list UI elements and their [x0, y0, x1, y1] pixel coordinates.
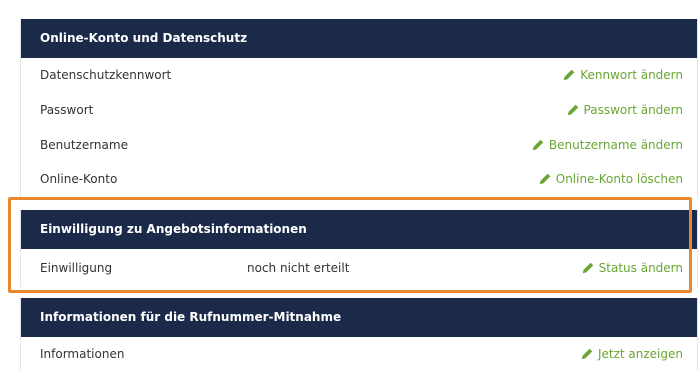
row-label: Benutzername — [40, 137, 128, 152]
row-label: Informationen — [40, 346, 125, 361]
row-passwort: Passwort Passwort ändern — [21, 93, 697, 128]
row-label: Einwilligung — [40, 261, 113, 275]
change-username-link[interactable]: Benutzername ändern — [531, 138, 683, 152]
section-online-account: Online-Konto und Datenschutz Datenschutz… — [20, 19, 698, 197]
section-consent: Einwilligung zu Angebotsinformationen Ei… — [20, 210, 698, 287]
pencil-icon — [582, 262, 593, 274]
row-datenschutzkennwort: Datenschutzkennwort Kennwort ändern — [21, 58, 697, 93]
pencil-icon — [563, 70, 575, 81]
section-number-porting: Informationen für die Rufnummer-Mitnahme… — [20, 298, 698, 370]
row-benutzername: Benutzername Benutzername ändern — [21, 127, 697, 162]
row-label: Online-Konto — [40, 172, 118, 187]
consent-status-value: noch nicht erteilt — [247, 261, 350, 275]
row-informationen: Informationen Jetzt anzeigen — [21, 337, 697, 370]
row-label: Passwort — [40, 103, 94, 118]
section-title: Einwilligung zu Angebotsinformationen — [21, 210, 697, 249]
row-label: Datenschutzkennwort — [40, 68, 172, 83]
delete-account-link[interactable]: Online-Konto löschen — [538, 172, 683, 186]
pencil-icon — [539, 174, 550, 185]
pencil-icon — [581, 348, 593, 359]
change-password-link[interactable]: Passwort ändern — [566, 103, 683, 117]
section-title: Informationen für die Rufnummer-Mitnahme — [21, 298, 697, 337]
section-title: Online-Konto und Datenschutz — [21, 19, 697, 58]
change-privacy-password-link[interactable]: Kennwort ändern — [562, 68, 683, 82]
change-status-link[interactable]: Status ändern — [581, 261, 683, 275]
row-einwilligung: Einwilligung noch nicht erteilt Status ä… — [21, 249, 697, 287]
row-online-konto: Online-Konto Online-Konto löschen — [21, 162, 697, 197]
pencil-icon — [567, 104, 578, 116]
show-info-link[interactable]: Jetzt anzeigen — [580, 347, 683, 361]
pencil-icon — [532, 139, 544, 150]
